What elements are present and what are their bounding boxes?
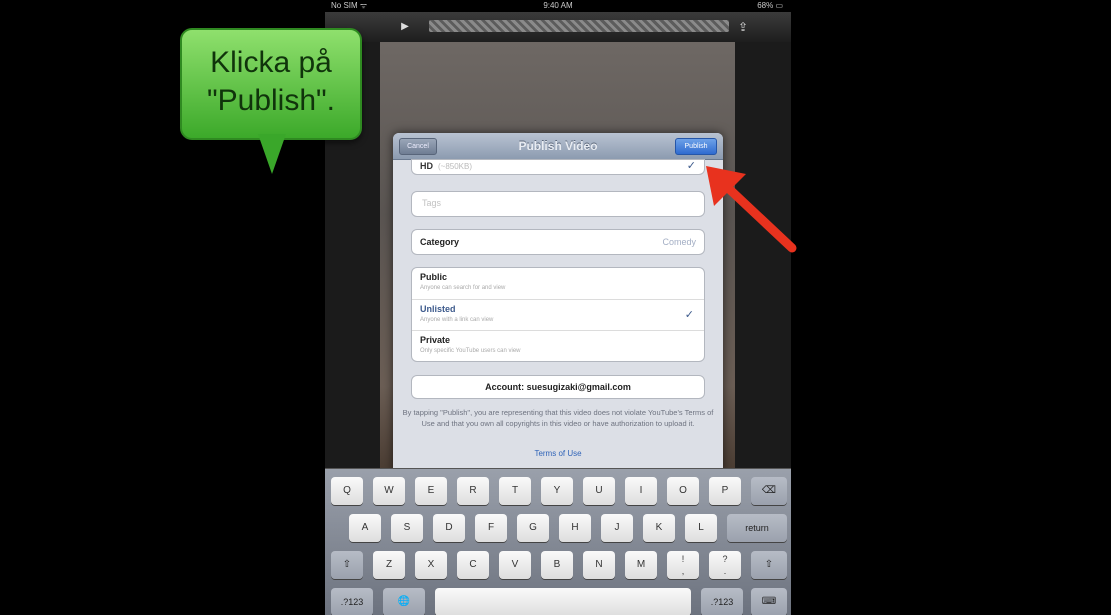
hd-option-row[interactable]: HD (~850KB) ✓: [411, 159, 705, 175]
key-k[interactable]: K: [643, 514, 675, 542]
dialog-header: Cancel Publish Video Publish: [393, 133, 723, 160]
key-l[interactable]: L: [685, 514, 717, 542]
key-z[interactable]: Z: [373, 551, 405, 579]
keyboard-row-4: .?123 🌐 .?123 ⌨: [325, 588, 791, 615]
keyboard-row-2: A S D F G H J K L return: [325, 514, 791, 542]
ipad-screen: No SIM ᯤ 9:40 AM 68% ▭ ▶ ⇪ Cancel Publis…: [325, 0, 791, 615]
privacy-option-private[interactable]: Private Only specific YouTube users can …: [412, 330, 704, 362]
video-toolbar: ▶ ⇪: [325, 12, 791, 42]
account-row[interactable]: Account: suesugizaki@gmail.com: [411, 375, 705, 399]
keyboard-row-1: Q W E R T Y U I O P ⌫: [325, 477, 791, 505]
privacy-subtitle: Anyone can search for and view: [420, 285, 506, 291]
privacy-subtitle: Only specific YouTube users can view: [420, 348, 521, 354]
terms-disclaimer: By tapping "Publish", you are representi…: [402, 408, 714, 428]
key-x[interactable]: X: [415, 551, 447, 579]
checkmark-icon: ✓: [686, 160, 696, 172]
tags-input[interactable]: [420, 197, 694, 209]
return-key[interactable]: return: [727, 514, 787, 542]
terms-of-use-link[interactable]: Terms of Use: [393, 449, 723, 458]
key-t[interactable]: T: [499, 477, 531, 505]
publish-button[interactable]: Publish: [675, 138, 717, 155]
key-d[interactable]: D: [433, 514, 465, 542]
privacy-title: Private: [420, 335, 451, 345]
privacy-options: Public Anyone can search for and view Un…: [411, 267, 705, 362]
privacy-subtitle: Anyone with a link can view: [420, 317, 494, 323]
key-p[interactable]: P: [709, 477, 741, 505]
key-o[interactable]: O: [667, 477, 699, 505]
key-g[interactable]: G: [517, 514, 549, 542]
account-label: Account: suesugizaki@gmail.com: [485, 382, 631, 392]
red-arrow-icon: [706, 166, 797, 253]
category-label: Category: [420, 237, 460, 247]
key-h[interactable]: H: [559, 514, 591, 542]
key-exclaim-comma[interactable]: ! ,: [667, 551, 699, 579]
hide-keyboard-icon[interactable]: ⌨: [751, 588, 787, 615]
dialog-title: Publish Video: [518, 139, 598, 153]
numbers-key[interactable]: .?123: [701, 588, 743, 615]
key-a[interactable]: A: [349, 514, 381, 542]
privacy-title: Unlisted: [420, 304, 456, 314]
key-question-period[interactable]: ? .: [709, 551, 741, 579]
key-e[interactable]: E: [415, 477, 447, 505]
globe-icon[interactable]: 🌐: [383, 588, 425, 615]
key-m[interactable]: M: [625, 551, 657, 579]
category-value: Comedy: [662, 237, 696, 247]
callout-tail: [258, 134, 286, 174]
shift-key-icon[interactable]: ⇧: [331, 551, 363, 579]
tags-field[interactable]: [411, 191, 705, 217]
key-u[interactable]: U: [583, 477, 615, 505]
video-scrubber[interactable]: [429, 20, 729, 32]
numbers-key[interactable]: .?123: [331, 588, 373, 615]
publish-video-dialog: Cancel Publish Video Publish HD (~850KB)…: [393, 133, 723, 473]
key-s[interactable]: S: [391, 514, 423, 542]
privacy-title: Public: [420, 272, 448, 282]
share-icon[interactable]: ⇪: [735, 19, 751, 35]
key-r[interactable]: R: [457, 477, 489, 505]
shift-key-icon[interactable]: ⇧: [751, 551, 787, 579]
battery-indicator: 68% ▭: [757, 1, 783, 10]
key-f[interactable]: F: [475, 514, 507, 542]
hd-label: HD: [420, 161, 433, 171]
privacy-option-public[interactable]: Public Anyone can search for and view: [412, 268, 704, 299]
key-q[interactable]: Q: [331, 477, 363, 505]
backspace-key-icon[interactable]: ⌫: [751, 477, 787, 505]
privacy-option-unlisted[interactable]: Unlisted Anyone with a link can view ✓: [412, 299, 704, 331]
space-bar[interactable]: [435, 588, 691, 615]
keyboard-row-3: ⇧ Z X C V B N M ! , ? . ⇧: [325, 551, 791, 579]
key-w[interactable]: W: [373, 477, 405, 505]
key-b[interactable]: B: [541, 551, 573, 579]
instruction-callout: Klicka på "Publish".: [180, 28, 362, 140]
onscreen-keyboard: Q W E R T Y U I O P ⌫ A S D F G H J K L …: [325, 468, 791, 615]
category-row[interactable]: Category Comedy: [411, 229, 705, 255]
key-n[interactable]: N: [583, 551, 615, 579]
key-y[interactable]: Y: [541, 477, 573, 505]
hd-size-label: (~850KB): [438, 162, 473, 171]
key-j[interactable]: J: [601, 514, 633, 542]
status-bar: No SIM ᯤ 9:40 AM 68% ▭: [325, 0, 791, 12]
key-c[interactable]: C: [457, 551, 489, 579]
callout-text: Klicka på "Publish".: [206, 46, 336, 117]
key-i[interactable]: I: [625, 477, 657, 505]
key-v[interactable]: V: [499, 551, 531, 579]
play-icon[interactable]: ▶: [397, 19, 413, 35]
checkmark-icon: ✓: [684, 309, 694, 321]
clock-label: 9:40 AM: [543, 1, 573, 10]
